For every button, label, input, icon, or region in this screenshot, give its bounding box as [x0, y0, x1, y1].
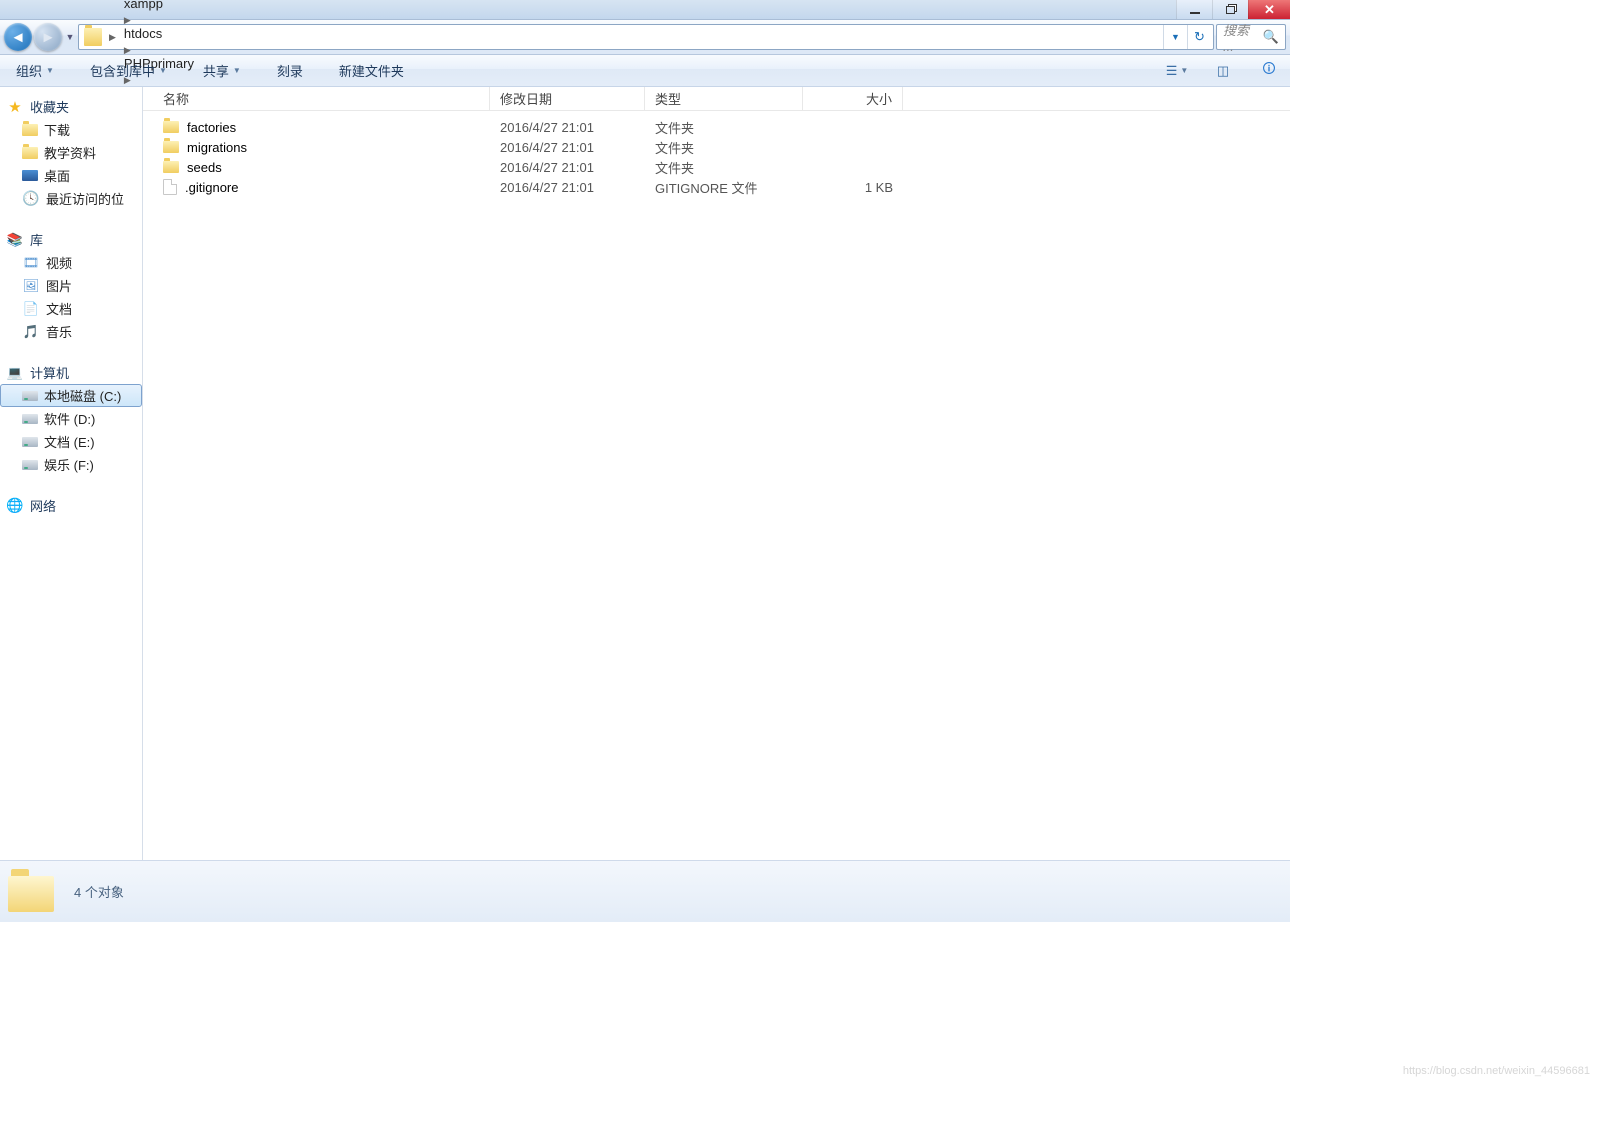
chevron-right-icon[interactable]: ▶	[105, 32, 120, 43]
disk-icon	[22, 460, 38, 470]
file-date: 2016/4/27 21:01	[490, 120, 645, 135]
file-list: factories2016/4/27 21:01文件夹migrations201…	[143, 111, 1290, 860]
file-name: seeds	[187, 160, 222, 175]
preview-pane-button[interactable]: ◫	[1212, 60, 1234, 82]
file-type: 文件夹	[645, 138, 803, 157]
file-row[interactable]: seeds 2016/4/27 21:01文件夹	[143, 157, 1290, 177]
nav-history-dropdown[interactable]: ▼	[64, 32, 76, 42]
sidebar-item-recent[interactable]: 🕓最近访问的位	[0, 187, 142, 210]
watermark-text: https://blog.csdn.net/weixin_44596681	[1403, 1065, 1590, 1077]
file-type: GITIGNORE 文件	[645, 178, 803, 197]
status-text: 4 个对象	[74, 882, 124, 901]
view-options-button[interactable]: ☰ ▼	[1166, 60, 1188, 82]
desktop-icon	[22, 170, 38, 181]
file-icon	[163, 179, 177, 195]
file-row[interactable]: factories 2016/4/27 21:01文件夹	[143, 117, 1290, 137]
window-maximize-button[interactable]	[1212, 0, 1248, 19]
file-row[interactable]: migrations 2016/4/27 21:01文件夹	[143, 137, 1290, 157]
file-type: 文件夹	[645, 118, 803, 137]
folder-icon	[84, 28, 102, 46]
navigation-pane: ★收藏夹 下载 教学资料 桌面 🕓最近访问的位 📚库 🎞视频 🖼图片 📄文档 🎵…	[0, 87, 143, 860]
library-icon: 📚	[6, 232, 24, 248]
file-type: 文件夹	[645, 158, 803, 177]
sidebar-computer-header[interactable]: 💻计算机	[0, 361, 142, 384]
sidebar-item-documents[interactable]: 📄文档	[0, 297, 142, 320]
video-icon: 🎞	[22, 255, 40, 271]
nav-forward-button[interactable]: ►	[34, 23, 62, 51]
include-in-library-menu[interactable]: 包含到库中▼	[84, 57, 173, 84]
disk-icon	[22, 391, 38, 401]
share-menu[interactable]: 共享▼	[197, 57, 247, 84]
chevron-right-icon[interactable]: ▶	[120, 45, 135, 55]
file-name: migrations	[187, 140, 247, 155]
address-dropdown-button[interactable]: ▼	[1163, 25, 1187, 49]
computer-icon: 💻	[6, 365, 24, 381]
document-icon: 📄	[22, 301, 40, 317]
sidebar-favorites-header[interactable]: ★收藏夹	[0, 95, 142, 118]
file-date: 2016/4/27 21:01	[490, 160, 645, 175]
search-icon: 🔍	[1263, 29, 1279, 45]
file-date: 2016/4/27 21:01	[490, 140, 645, 155]
column-headers: 名称 修改日期 类型 大小	[143, 87, 1290, 111]
disk-icon	[22, 414, 38, 424]
sidebar-item-pictures[interactable]: 🖼图片	[0, 274, 142, 297]
picture-icon: 🖼	[22, 278, 40, 294]
network-icon: 🌐	[6, 498, 24, 514]
file-name: factories	[187, 120, 236, 135]
search-input[interactable]: 搜索 ... 🔍	[1216, 24, 1286, 50]
sidebar-item-disk-e[interactable]: 文档 (E:)	[0, 430, 142, 453]
column-header-type[interactable]: 类型	[645, 87, 803, 110]
status-folder-icon	[8, 868, 56, 916]
folder-icon	[163, 121, 179, 133]
file-date: 2016/4/27 21:01	[490, 180, 645, 195]
refresh-button[interactable]: ↻	[1187, 25, 1211, 49]
file-name: .gitignore	[185, 180, 238, 195]
column-header-name[interactable]: 名称	[143, 87, 490, 110]
navigation-bar: ◄ ► ▼ ▶ 计算机▶本地磁盘 (C:)▶xampp▶htdocs▶PHPpr…	[0, 20, 1290, 55]
sidebar-item-disk-f[interactable]: 娱乐 (F:)	[0, 453, 142, 476]
status-bar: 4 个对象	[0, 860, 1290, 922]
main-area: ★收藏夹 下载 教学资料 桌面 🕓最近访问的位 📚库 🎞视频 🖼图片 📄文档 🎵…	[0, 87, 1290, 860]
sidebar-item-downloads[interactable]: 下载	[0, 118, 142, 141]
music-icon: 🎵	[22, 324, 40, 340]
address-bar[interactable]: ▶ 计算机▶本地磁盘 (C:)▶xampp▶htdocs▶PHPprimary▶…	[78, 24, 1214, 50]
nav-back-button[interactable]: ◄	[4, 23, 32, 51]
file-size: 1 KB	[803, 180, 903, 195]
search-placeholder: 搜索 ...	[1223, 20, 1263, 54]
star-icon: ★	[6, 99, 24, 115]
sidebar-item-desktop[interactable]: 桌面	[0, 164, 142, 187]
help-button[interactable]: 🛈	[1258, 60, 1280, 82]
window-close-button[interactable]: ✕	[1248, 0, 1290, 19]
new-folder-button[interactable]: 新建文件夹	[333, 57, 410, 84]
folder-icon	[22, 147, 38, 159]
breadcrumb-item[interactable]: xampp	[120, 0, 205, 11]
breadcrumb-item[interactable]: htdocs	[120, 26, 205, 41]
window-minimize-button[interactable]	[1176, 0, 1212, 19]
sidebar-item-music[interactable]: 🎵音乐	[0, 320, 142, 343]
folder-icon	[22, 124, 38, 136]
chevron-right-icon[interactable]: ▶	[120, 15, 135, 25]
file-row[interactable]: .gitignore 2016/4/27 21:01GITIGNORE 文件1 K…	[143, 177, 1290, 197]
disk-icon	[22, 437, 38, 447]
file-list-pane: 名称 修改日期 类型 大小 factories2016/4/27 21:01文件…	[143, 87, 1290, 860]
column-header-size[interactable]: 大小	[803, 87, 903, 110]
organize-menu[interactable]: 组织▼	[10, 57, 60, 84]
folder-icon	[163, 161, 179, 173]
sidebar-item-disk-d[interactable]: 软件 (D:)	[0, 407, 142, 430]
sidebar-item-videos[interactable]: 🎞视频	[0, 251, 142, 274]
column-header-date[interactable]: 修改日期	[490, 87, 645, 110]
sidebar-item-teaching[interactable]: 教学资料	[0, 141, 142, 164]
recent-icon: 🕓	[22, 191, 40, 207]
sidebar-libraries-header[interactable]: 📚库	[0, 228, 142, 251]
sidebar-item-disk-c[interactable]: 本地磁盘 (C:)	[0, 384, 142, 407]
folder-icon	[163, 141, 179, 153]
sidebar-network-header[interactable]: 🌐网络	[0, 494, 142, 517]
burn-button[interactable]: 刻录	[271, 57, 309, 84]
